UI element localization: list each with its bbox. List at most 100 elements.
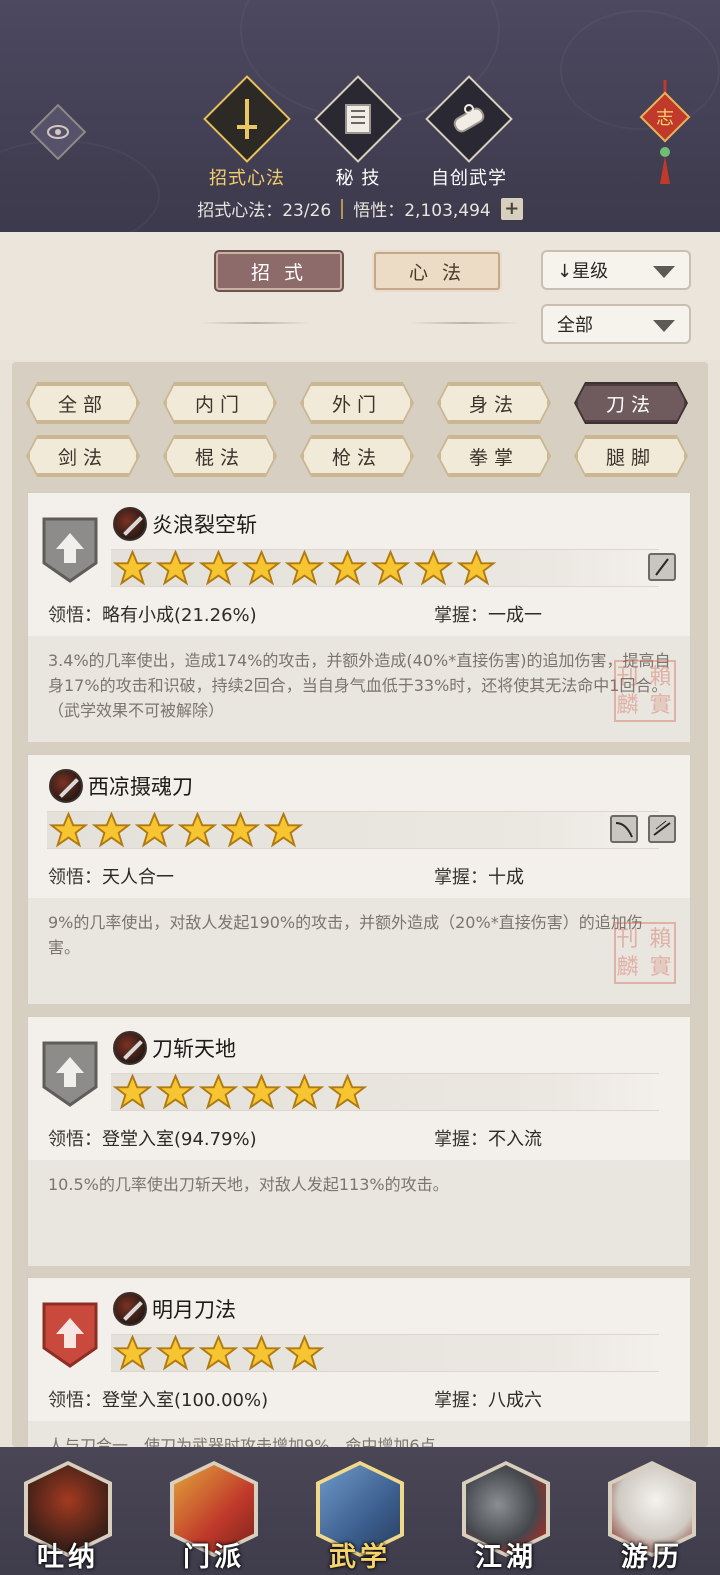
sort-dropdown[interactable]: ↓星级	[541, 250, 691, 290]
comprehension: 领悟：略有小成(21.26%)	[48, 605, 257, 626]
star-icon	[156, 1074, 195, 1110]
bottom-nav: 吐纳 门派 武学 江湖 游历	[0, 1447, 720, 1575]
star-rating	[111, 1334, 659, 1372]
star-icon	[178, 812, 217, 848]
skills-panel: 全部 内门 外门 身法 刀法 剑法 棍法 枪法 拳掌 腿脚 炎浪裂空斩 领悟：略…	[12, 362, 708, 1447]
category-fist[interactable]: 拳掌	[437, 435, 551, 477]
nav-martial-arts[interactable]: 武学	[310, 1457, 410, 1573]
star-icon	[156, 550, 195, 586]
scope-dropdown[interactable]: 全部	[541, 304, 691, 344]
category-inner-sect[interactable]: 内门	[163, 382, 277, 424]
saber-skill-icon	[113, 1292, 147, 1326]
category-legs[interactable]: 腿脚	[574, 435, 688, 477]
comprehension: 领悟：登堂入室(100.00%)	[48, 1390, 269, 1411]
skill-description: 10.5%的几率使出刀斩天地，对敌人发起113%的攻击。	[28, 1160, 690, 1266]
star-icon	[92, 812, 131, 848]
blade-badge-icon	[648, 815, 676, 843]
star-icon	[242, 550, 281, 586]
divider	[341, 198, 344, 219]
star-icon	[328, 1074, 367, 1110]
star-icon	[49, 812, 88, 848]
upgrade-shield-icon[interactable]	[42, 1041, 98, 1107]
category-spear[interactable]: 枪法	[300, 435, 414, 477]
top-header: 招式心法 秘 技 自创武学 志 招式心法：23/26 悟性：2,103,494 …	[0, 0, 720, 232]
star-icon	[242, 1335, 281, 1371]
skill-card[interactable]: 炎浪裂空斩 领悟：略有小成(21.26%) 掌握：一成一 3.4%的几率使出，造…	[27, 492, 691, 742]
mastery: 掌握：八成六	[434, 1390, 542, 1411]
tab-custom-martial-label: 自创武学	[431, 168, 507, 189]
skill-name: 刀斩天地	[152, 1037, 236, 1061]
tab-moves-label: 招式心法	[209, 168, 285, 189]
star-icon	[135, 812, 174, 848]
star-icon	[221, 812, 260, 848]
sort-value: ↓星级	[557, 261, 609, 282]
nav-jianghu[interactable]: 江湖	[456, 1457, 556, 1573]
category-footwork[interactable]: 身法	[437, 382, 551, 424]
moves-count: 招式心法：23/26	[197, 201, 332, 221]
upgrade-shield-icon[interactable]	[42, 517, 98, 583]
star-icon	[371, 550, 410, 586]
star-icon	[285, 1335, 324, 1371]
mastery: 掌握：十成	[434, 867, 524, 888]
stats-row: 招式心法：23/26 悟性：2,103,494 +	[0, 196, 720, 221]
star-icon	[285, 550, 324, 586]
scope-value: 全部	[557, 315, 593, 336]
star-rating	[111, 1073, 659, 1111]
star-icon	[242, 1074, 281, 1110]
tab-secret-skills[interactable]: 秘 技	[313, 75, 403, 190]
skill-name: 炎浪裂空斩	[152, 513, 257, 537]
tab-secret-skills-label: 秘 技	[335, 168, 381, 189]
skill-card[interactable]: 刀斩天地 领悟：登堂入室(94.79%) 掌握：不入流 10.5%的几率使出刀斩…	[27, 1016, 691, 1266]
scroll-icon	[453, 104, 485, 133]
saber-skill-icon	[49, 769, 83, 803]
chevron-down-icon	[653, 266, 675, 278]
filter-tab-inner-arts[interactable]: 心 法	[374, 252, 500, 290]
saber-skill-icon	[113, 1031, 147, 1065]
sword-icon	[237, 99, 257, 139]
category-staff[interactable]: 棍法	[163, 435, 277, 477]
skill-card[interactable]: 明月刀法 领悟：登堂入室(100.00%) 掌握：八成六 人与刀合一，使刀为武器…	[27, 1277, 691, 1447]
star-rating	[47, 811, 659, 849]
star-icon	[414, 550, 453, 586]
filter-tab-moves[interactable]: 招 式	[216, 252, 342, 290]
seal-stamp: 刊 賴 麟 實	[614, 660, 676, 722]
nav-sect[interactable]: 门派	[164, 1457, 264, 1573]
nav-breathing[interactable]: 吐纳	[18, 1457, 118, 1573]
category-all[interactable]: 全部	[26, 382, 140, 424]
knot-charm-icon[interactable]: 志	[638, 80, 692, 190]
mastery: 掌握：不入流	[434, 1129, 542, 1150]
comprehension: 领悟：天人合一	[48, 867, 174, 888]
book-icon	[345, 104, 371, 134]
upgrade-shield-red-icon[interactable]	[42, 1302, 98, 1368]
category-saber[interactable]: 刀法	[574, 382, 688, 424]
skill-description: 人与刀合一，使刀为武器时攻击增加9%，命中增加6点	[28, 1421, 690, 1447]
star-rating	[111, 549, 659, 587]
skill-name: 明月刀法	[152, 1298, 236, 1322]
star-icon	[113, 1074, 152, 1110]
eye-icon	[47, 125, 69, 139]
mastery: 掌握：一成一	[434, 605, 542, 626]
skill-card[interactable]: 西凉摄魂刀 领悟：天人合一 掌握：十成 9%的几率使出，对敌人发起190%的攻击…	[27, 754, 691, 1004]
category-sword[interactable]: 剑法	[26, 435, 140, 477]
tab-custom-martial[interactable]: 自创武学	[424, 75, 514, 190]
tab-moves[interactable]: 招式心法	[202, 75, 292, 190]
comprehension: 领悟：登堂入室(94.79%)	[48, 1129, 257, 1150]
star-icon	[113, 550, 152, 586]
saber-skill-icon	[113, 507, 147, 541]
star-icon	[199, 1335, 238, 1371]
filter-bar: 招 式 心 法 ↓星级 全部	[0, 232, 720, 360]
chevron-down-icon	[653, 320, 675, 332]
star-icon	[457, 550, 496, 586]
star-icon	[285, 1074, 324, 1110]
nav-travel[interactable]: 游历	[602, 1457, 702, 1573]
blade-badge-icon	[648, 553, 676, 581]
ornament-divider	[410, 322, 520, 324]
insight-value: 悟性：2,103,494	[353, 201, 491, 221]
skill-description: 9%的几率使出，对敌人发起190%的攻击，并额外造成（20%*直接伤害）的追加伤…	[28, 898, 690, 1004]
svg-text:志: 志	[656, 108, 674, 129]
skill-name: 西凉摄魂刀	[88, 775, 193, 799]
add-insight-button[interactable]: +	[500, 197, 523, 220]
slash-badge-icon	[610, 815, 638, 843]
star-icon	[264, 812, 303, 848]
category-outer-sect[interactable]: 外门	[300, 382, 414, 424]
